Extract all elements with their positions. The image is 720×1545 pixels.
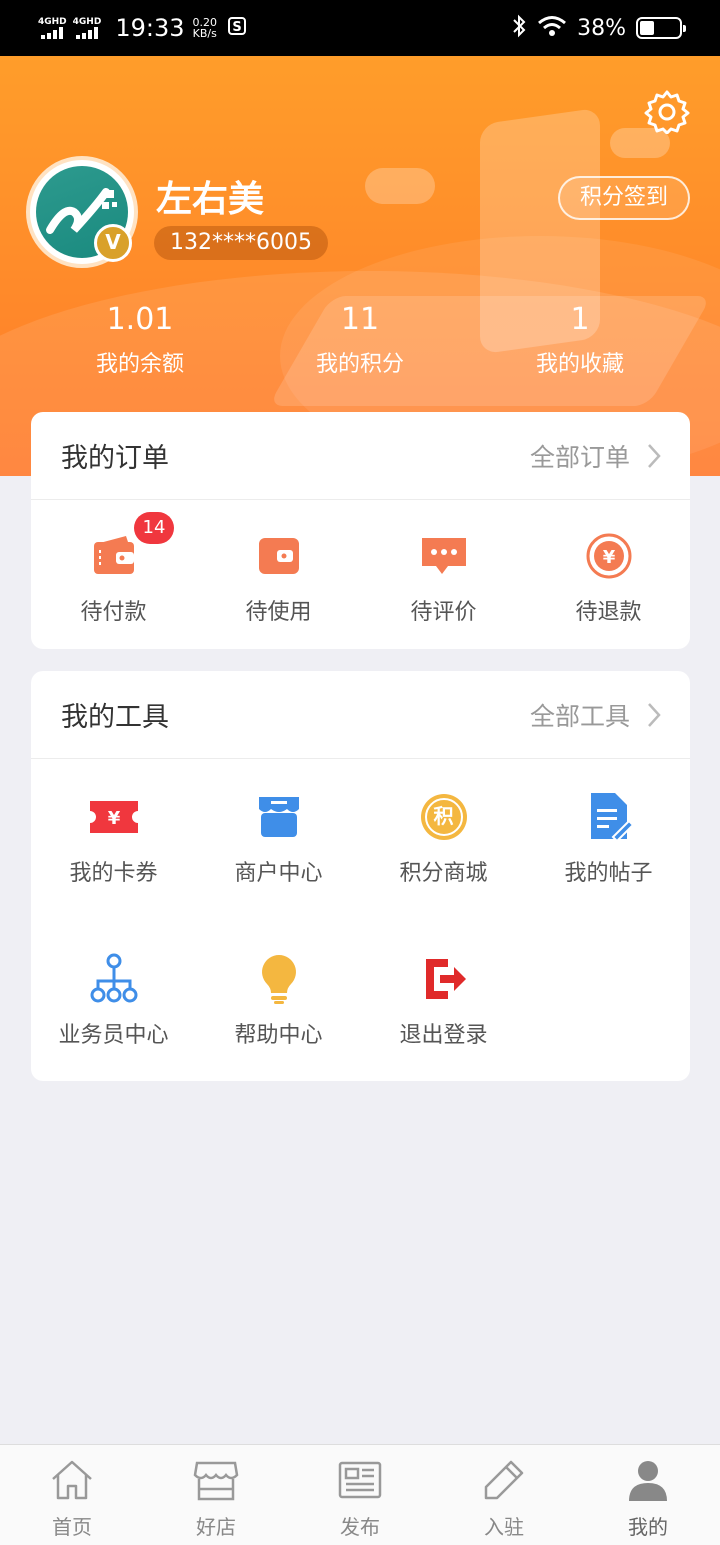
signal-bars-icon bbox=[41, 27, 64, 39]
tool-label: 帮助中心 bbox=[234, 1023, 323, 1048]
svg-text:¥: ¥ bbox=[602, 547, 615, 568]
tab-mine[interactable]: 我的 bbox=[576, 1445, 720, 1545]
publish-icon bbox=[338, 1461, 382, 1499]
network-type: 4GHD bbox=[72, 17, 102, 27]
clock: 19:33 bbox=[115, 14, 185, 42]
speed-unit: KB/s bbox=[192, 27, 217, 40]
tool-label: 商户中心 bbox=[234, 861, 323, 886]
signal-indicator-2: 4GHD bbox=[72, 17, 102, 39]
tab-shop[interactable]: 好店 bbox=[144, 1445, 288, 1545]
refund-icon: ¥ bbox=[583, 530, 635, 582]
order-label: 待付款 bbox=[80, 600, 147, 625]
card-icon bbox=[253, 530, 305, 582]
order-to-review[interactable]: 待评价 bbox=[361, 530, 526, 626]
tool-label: 我的帖子 bbox=[564, 861, 653, 886]
comment-icon bbox=[418, 530, 470, 582]
signin-button[interactable]: 积分签到 bbox=[558, 176, 690, 220]
points-icon: 积 bbox=[418, 791, 470, 843]
orders-card: 我的订单 全部订单 待付款 14 待使用 待评价 ¥ 待退款 bbox=[31, 412, 690, 649]
pending-count-badge: 14 bbox=[134, 512, 174, 544]
all-tools-link[interactable]: 全部工具 bbox=[530, 697, 662, 733]
org-icon bbox=[88, 953, 140, 1005]
network-speed: 0.20 KB/s bbox=[192, 17, 217, 39]
logout-icon bbox=[418, 953, 470, 1005]
stat-label: 我的余额 bbox=[95, 352, 184, 377]
tools-card: 我的工具 全部工具 ¥ 我的卡券 商户中心 积 积分商城 我的帖子 业务员中心 … bbox=[31, 671, 690, 1081]
tab-publish[interactable]: 发布 bbox=[288, 1445, 432, 1545]
tool-merchant-center[interactable]: 商户中心 bbox=[196, 791, 361, 887]
tool-label: 我的卡券 bbox=[69, 861, 158, 886]
status-bar: 4GHD 4GHD 19:33 0.20 KB/s S 38% bbox=[0, 0, 720, 56]
orders-title: 我的订单 bbox=[61, 443, 169, 474]
bluetooth-icon bbox=[511, 14, 527, 43]
order-label: 待评价 bbox=[410, 600, 477, 625]
points-glyph: 积 bbox=[433, 804, 454, 828]
stat-value: 11 bbox=[340, 302, 380, 337]
tab-label: 发布 bbox=[340, 1515, 380, 1539]
tab-join[interactable]: 入驻 bbox=[432, 1445, 576, 1545]
order-refund[interactable]: ¥ 待退款 bbox=[526, 530, 691, 626]
tool-salesman-center[interactable]: 业务员中心 bbox=[31, 953, 196, 1049]
tab-home[interactable]: 首页 bbox=[0, 1445, 144, 1545]
cloud-decoration bbox=[365, 168, 435, 204]
stat-balance[interactable]: 1.01 我的余额 bbox=[60, 300, 220, 378]
settings-button[interactable] bbox=[644, 88, 690, 135]
tab-label: 好店 bbox=[196, 1515, 236, 1539]
tools-title: 我的工具 bbox=[61, 702, 169, 733]
user-phone: 132****6005 bbox=[154, 226, 328, 260]
bottom-tab-bar: 首页 好店 发布 入驻 我的 bbox=[0, 1444, 720, 1545]
tools-header: 我的工具 全部工具 bbox=[31, 671, 690, 759]
wallet-icon bbox=[88, 530, 140, 582]
stat-label: 我的积分 bbox=[315, 352, 404, 377]
svg-text:S: S bbox=[232, 20, 241, 35]
user-name: 左右美 bbox=[156, 179, 265, 220]
stat-value: 1.01 bbox=[106, 302, 174, 337]
battery-icon bbox=[636, 17, 686, 39]
wifi-icon bbox=[537, 15, 567, 41]
home-icon bbox=[52, 1460, 92, 1500]
tool-label: 退出登录 bbox=[399, 1023, 488, 1048]
tool-help-center[interactable]: 帮助中心 bbox=[196, 953, 361, 1049]
stat-favorites[interactable]: 1 我的收藏 bbox=[500, 300, 660, 378]
store-icon bbox=[253, 791, 305, 843]
tool-points-mall[interactable]: 积 积分商城 bbox=[361, 791, 526, 887]
shop-icon bbox=[193, 1461, 239, 1501]
tab-label: 我的 bbox=[628, 1515, 668, 1539]
chevron-right-icon bbox=[648, 443, 661, 468]
vip-badge: V bbox=[94, 224, 132, 262]
stat-value: 1 bbox=[570, 302, 590, 337]
chevron-right-icon bbox=[648, 702, 661, 727]
app-notification-icon: S bbox=[227, 16, 247, 41]
order-label: 待退款 bbox=[575, 600, 642, 625]
orders-header: 我的订单 全部订单 bbox=[31, 412, 690, 500]
coupon-icon: ¥ bbox=[88, 791, 140, 843]
all-orders-link[interactable]: 全部订单 bbox=[530, 438, 662, 474]
order-pending-payment[interactable]: 待付款 bbox=[31, 530, 196, 626]
tool-label: 积分商城 bbox=[399, 861, 488, 886]
all-orders-label: 全部订单 bbox=[529, 442, 630, 472]
tab-label: 首页 bbox=[52, 1515, 92, 1539]
stat-label: 我的收藏 bbox=[535, 352, 624, 377]
tool-label: 业务员中心 bbox=[58, 1023, 169, 1048]
user-icon bbox=[629, 1461, 667, 1501]
bulb-icon bbox=[253, 953, 305, 1005]
order-label: 待使用 bbox=[245, 600, 312, 625]
battery-percent: 38% bbox=[577, 15, 626, 41]
all-tools-label: 全部工具 bbox=[529, 701, 630, 731]
pencil-icon bbox=[484, 1460, 524, 1500]
post-icon bbox=[583, 791, 635, 843]
gear-icon bbox=[644, 90, 690, 135]
signal-bars-icon bbox=[75, 27, 98, 39]
tab-label: 入驻 bbox=[484, 1515, 524, 1539]
signal-indicator-1: 4GHD bbox=[38, 17, 67, 39]
svg-text:¥: ¥ bbox=[107, 808, 120, 829]
network-type: 4GHD bbox=[38, 17, 67, 27]
tool-my-posts[interactable]: 我的帖子 bbox=[526, 791, 691, 887]
tool-logout[interactable]: 退出登录 bbox=[361, 953, 526, 1049]
order-to-use[interactable]: 待使用 bbox=[196, 530, 361, 626]
stat-points[interactable]: 11 我的积分 bbox=[280, 300, 440, 378]
tool-coupons[interactable]: ¥ 我的卡券 bbox=[31, 791, 196, 887]
